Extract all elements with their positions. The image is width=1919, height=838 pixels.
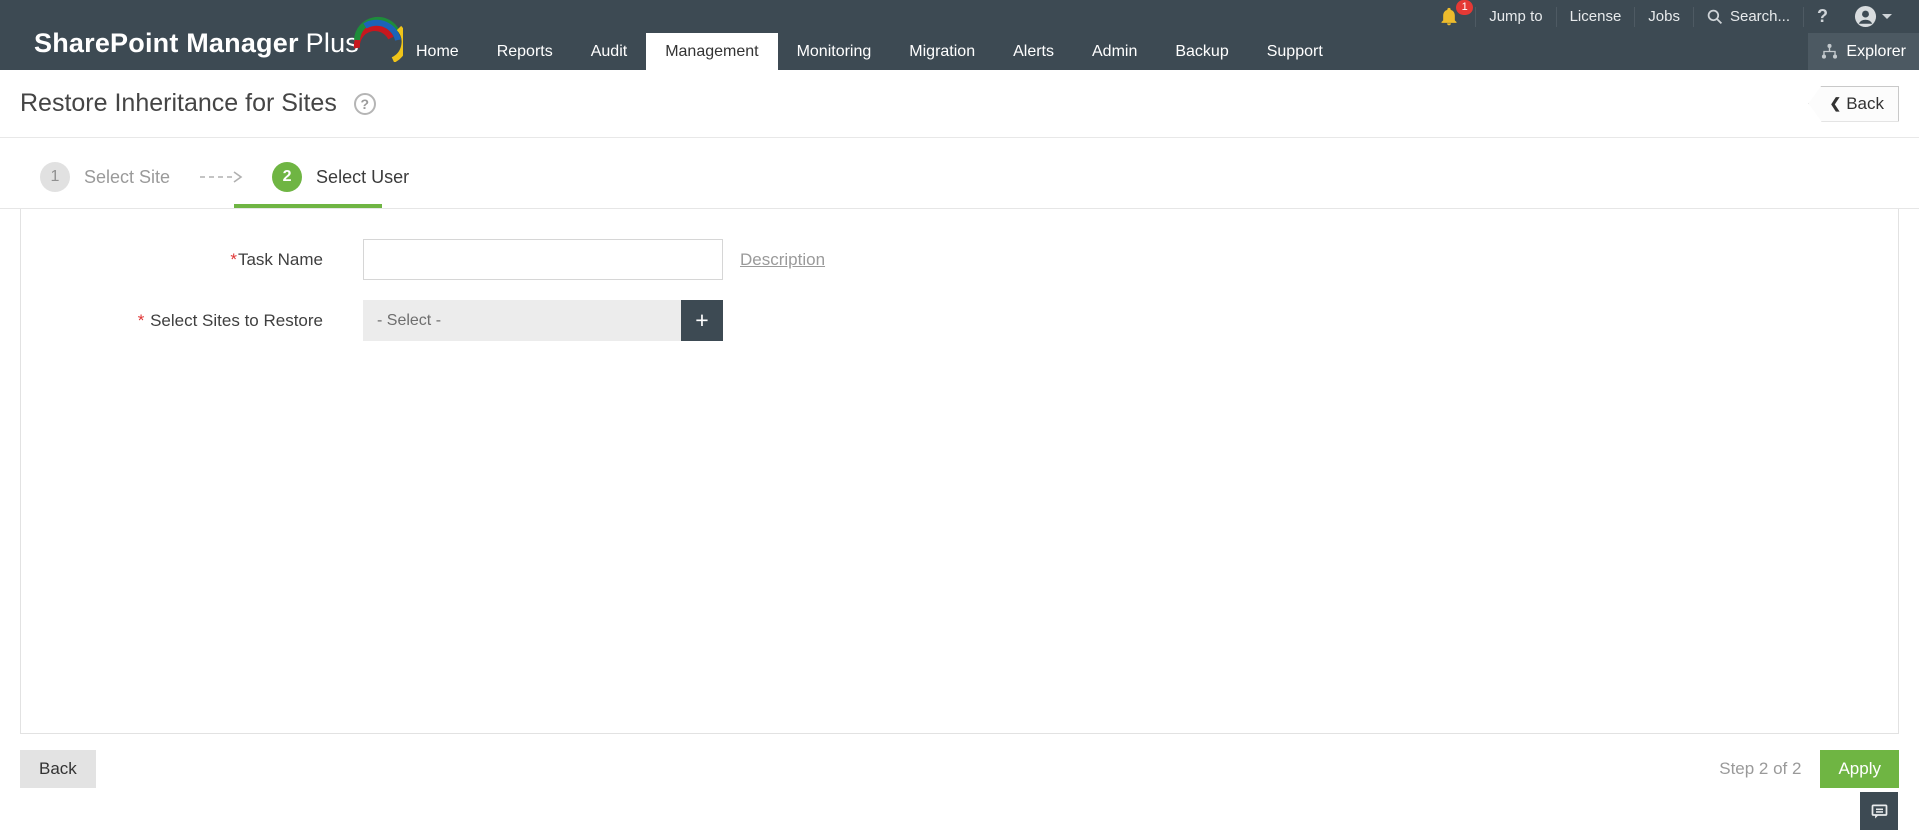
- step-indicator: Step 2 of 2: [1719, 759, 1802, 778]
- step-number-badge: 1: [40, 162, 70, 192]
- explorer-button[interactable]: Explorer: [1808, 33, 1919, 70]
- nav-tab-management[interactable]: Management: [646, 33, 778, 70]
- app-logo-text: SharePoint Manager Plus: [34, 22, 359, 64]
- required-asterisk: *: [230, 249, 237, 269]
- wizard-step-select-user[interactable]: 2 Select User: [234, 162, 410, 208]
- feedback-chat-button[interactable]: [1860, 792, 1898, 830]
- question-circle-icon[interactable]: ?: [353, 92, 376, 115]
- user-account-menu[interactable]: [1841, 5, 1905, 28]
- nav-tab-support[interactable]: Support: [1248, 33, 1342, 70]
- global-search[interactable]: Search...: [1692, 6, 1803, 27]
- app-header: SharePoint Manager Plus 1 Jump to License…: [0, 0, 1919, 70]
- nav-tab-reports[interactable]: Reports: [478, 33, 572, 70]
- step-number-badge: 2: [272, 162, 303, 192]
- notification-badge: 1: [1456, 0, 1474, 15]
- license-menu[interactable]: License: [1555, 6, 1635, 27]
- back-top-button[interactable]: ❮ Back: [1808, 85, 1899, 122]
- select-sites-row: * Select Sites to Restore - Select - +: [21, 300, 1898, 341]
- task-name-input[interactable]: [363, 239, 723, 280]
- step-label: Select Site: [84, 166, 171, 187]
- wizard-step-select-site[interactable]: 1 Select Site: [40, 162, 170, 192]
- notifications-button[interactable]: 1: [1426, 0, 1475, 27]
- nav-tab-admin[interactable]: Admin: [1073, 33, 1156, 70]
- apply-button[interactable]: Apply: [1820, 750, 1899, 788]
- logo-swirl-icon: [353, 16, 403, 62]
- page-title-bar: Restore Inheritance for Sites ? ❮ Back: [0, 70, 1919, 138]
- explorer-label: Explorer: [1846, 42, 1906, 60]
- logo-main-text: SharePoint Manager: [34, 28, 299, 58]
- wizard-steps: 1 Select Site 2 Select User: [0, 138, 1919, 209]
- add-site-button[interactable]: +: [681, 300, 723, 341]
- sitemap-icon: [1822, 43, 1838, 59]
- search-icon: [1707, 9, 1722, 24]
- required-asterisk: *: [137, 310, 145, 330]
- nav-tab-backup[interactable]: Backup: [1156, 33, 1247, 70]
- help-question-mark: ?: [1817, 6, 1828, 26]
- select-sites-label-text: Select Sites to Restore: [150, 310, 323, 330]
- jump-to-menu[interactable]: Jump to: [1475, 6, 1555, 27]
- back-button[interactable]: Back: [20, 750, 96, 788]
- nav-tab-audit[interactable]: Audit: [572, 33, 646, 70]
- content-panel: *Task Name Description * Select Sites to…: [20, 209, 1899, 734]
- feedback-chat-icon: [1871, 804, 1887, 818]
- app-logo: SharePoint Manager Plus: [34, 14, 403, 64]
- chevron-left-icon: ❮: [1829, 95, 1842, 111]
- page-title: Restore Inheritance for Sites: [20, 89, 337, 117]
- back-top-label: Back: [1846, 93, 1884, 113]
- nav-tab-alerts[interactable]: Alerts: [994, 33, 1073, 70]
- chevron-down-icon: [1882, 14, 1892, 19]
- step-connector: [200, 170, 244, 184]
- nav-tab-home[interactable]: Home: [397, 33, 478, 70]
- nav-tab-migration[interactable]: Migration: [890, 33, 994, 70]
- task-name-row: *Task Name Description: [21, 239, 1898, 280]
- nav-tab-monitoring[interactable]: Monitoring: [778, 33, 891, 70]
- select-sites-dropdown[interactable]: - Select -: [363, 300, 681, 341]
- description-link[interactable]: Description: [740, 250, 825, 270]
- dashed-arrow-icon: [200, 171, 243, 183]
- task-name-label-text: Task Name: [237, 249, 323, 269]
- jobs-menu[interactable]: Jobs: [1634, 6, 1693, 27]
- select-sites-label: * Select Sites to Restore: [21, 311, 323, 331]
- step-label: Select User: [316, 166, 410, 187]
- wizard-footer: Back Step 2 of 2 Apply: [0, 734, 1919, 788]
- search-label: Search...: [1729, 8, 1790, 25]
- help-button[interactable]: ?: [1803, 6, 1841, 27]
- task-name-label: *Task Name: [21, 250, 323, 270]
- user-avatar-icon: [1854, 5, 1877, 28]
